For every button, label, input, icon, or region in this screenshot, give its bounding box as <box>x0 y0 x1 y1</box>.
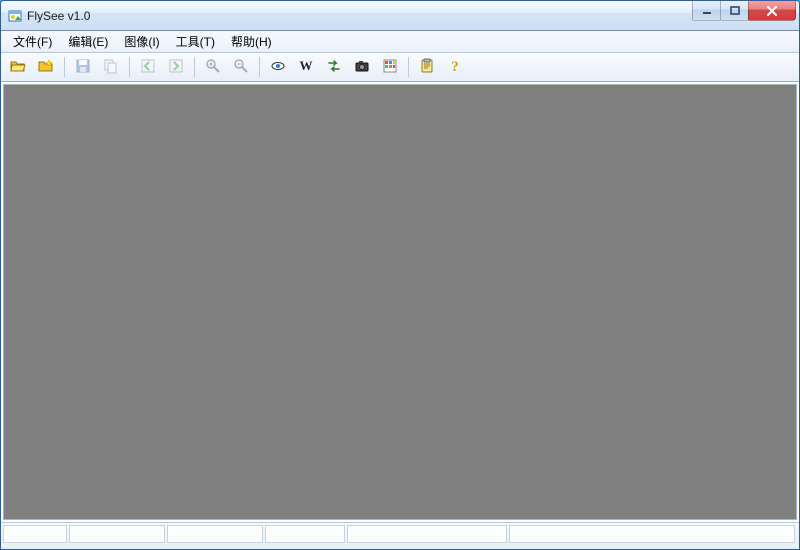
zoom-in-button[interactable] <box>200 54 226 80</box>
open-button[interactable] <box>5 54 31 80</box>
status-pane-2 <box>69 525 165 543</box>
minimize-icon <box>702 6 712 16</box>
menu-help[interactable]: 帮助(H) <box>223 31 280 52</box>
copy-icon <box>103 58 119 77</box>
zoom-in-icon <box>205 58 221 77</box>
zoom-out-icon <box>233 58 249 77</box>
next-button[interactable] <box>163 54 189 80</box>
menu-tools[interactable]: 工具(T) <box>168 31 223 52</box>
maximize-icon <box>730 6 740 16</box>
status-pane-4 <box>265 525 345 543</box>
maximize-button[interactable] <box>720 1 749 21</box>
prev-icon <box>140 58 156 77</box>
status-pane-5 <box>347 525 507 543</box>
minimize-button[interactable] <box>692 1 721 21</box>
status-pane-3 <box>167 525 263 543</box>
toolbar-separator <box>408 57 409 77</box>
toolbar: W ? <box>1 53 799 82</box>
help-button[interactable]: ? <box>442 54 468 80</box>
close-button[interactable] <box>748 1 796 21</box>
svg-text:W: W <box>300 58 313 73</box>
toolbar-separator <box>129 57 130 77</box>
palette-icon <box>382 58 398 77</box>
toolbar-separator <box>194 57 195 77</box>
convert-button[interactable] <box>321 54 347 80</box>
window-title: FlySee v1.0 <box>27 9 693 23</box>
menubar: 文件(F) 编辑(E) 图像(I) 工具(T) 帮助(H) <box>1 31 799 53</box>
next-icon <box>168 58 184 77</box>
app-icon <box>7 8 23 24</box>
content-area <box>3 84 797 520</box>
save-button[interactable] <box>70 54 96 80</box>
prev-button[interactable] <box>135 54 161 80</box>
clipboard-icon <box>419 58 435 77</box>
menu-image[interactable]: 图像(I) <box>116 31 167 52</box>
help-icon: ? <box>447 58 463 77</box>
eye-icon <box>270 58 286 77</box>
w-button[interactable]: W <box>293 54 319 80</box>
statusbar <box>1 522 799 549</box>
status-pane-fill <box>509 525 795 543</box>
toolbar-separator <box>64 57 65 77</box>
new-folder-icon <box>38 58 54 77</box>
status-pane-1 <box>3 525 67 543</box>
svg-text:?: ? <box>451 59 459 74</box>
w-icon: W <box>298 58 314 77</box>
app-window: FlySee v1.0 文件(F) 编辑(E) 图像(I) 工具(T) 帮助(H… <box>0 0 800 550</box>
camera-icon <box>354 58 370 77</box>
palette-button[interactable] <box>377 54 403 80</box>
titlebar[interactable]: FlySee v1.0 <box>1 1 799 31</box>
save-icon <box>75 58 91 77</box>
convert-icon <box>326 58 342 77</box>
menu-edit[interactable]: 编辑(E) <box>60 31 116 52</box>
new-folder-button[interactable] <box>33 54 59 80</box>
camera-button[interactable] <box>349 54 375 80</box>
open-icon <box>10 58 26 77</box>
zoom-out-button[interactable] <box>228 54 254 80</box>
toolbar-separator <box>259 57 260 77</box>
eye-button[interactable] <box>265 54 291 80</box>
copy-button[interactable] <box>98 54 124 80</box>
window-controls <box>693 1 799 30</box>
close-icon <box>766 6 778 16</box>
clipboard-button[interactable] <box>414 54 440 80</box>
menu-file[interactable]: 文件(F) <box>5 31 60 52</box>
